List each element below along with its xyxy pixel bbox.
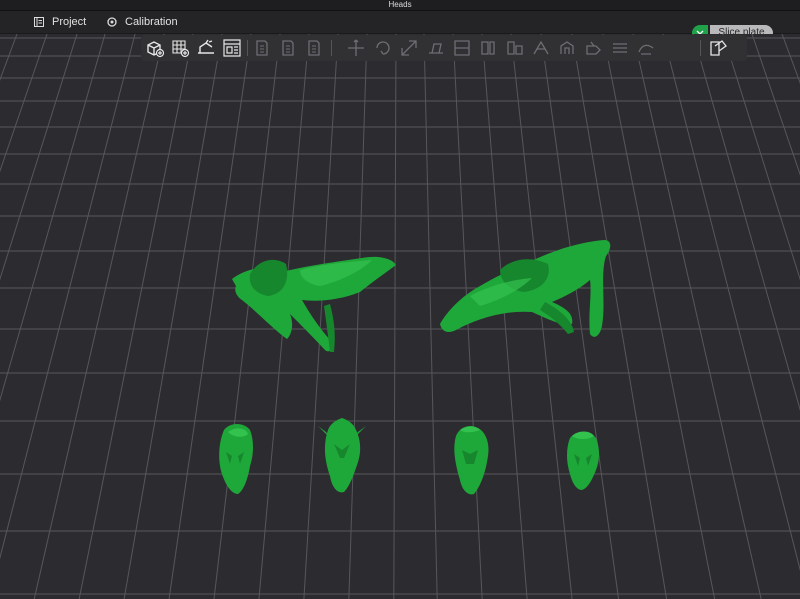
copy-icon <box>256 40 268 56</box>
calibration-tab-label: Calibration <box>125 16 178 28</box>
paste-button[interactable] <box>278 38 298 58</box>
variable-height-button[interactable] <box>531 38 551 58</box>
main-toolbar <box>141 35 747 61</box>
window-title-bar: Heads <box>0 0 800 11</box>
delete-icon <box>308 40 320 56</box>
add-plate-icon <box>172 40 190 58</box>
lay-on-face-button[interactable] <box>426 38 446 58</box>
move-icon <box>348 39 364 56</box>
project-icon <box>33 16 45 28</box>
project-tab-label: Project <box>52 16 87 28</box>
toolbar-separator <box>331 40 332 56</box>
rotate-icon <box>376 41 390 55</box>
color-paint-button[interactable] <box>610 38 630 58</box>
toolbar-separator <box>700 40 701 56</box>
toolbar-separator <box>247 40 248 56</box>
cut-icon <box>454 40 470 56</box>
lay-on-face-icon <box>429 43 443 54</box>
seam-paint-button[interactable] <box>584 38 604 58</box>
auto-orient-icon <box>198 39 214 54</box>
split-objects-button[interactable] <box>478 38 498 58</box>
seam-paint-icon <box>586 41 601 55</box>
cut-button[interactable] <box>452 38 472 58</box>
auto-orient-button[interactable] <box>196 38 216 58</box>
scale-icon <box>401 40 417 56</box>
assembly-view-button[interactable] <box>708 38 728 58</box>
move-button[interactable] <box>346 38 366 58</box>
variable-height-icon <box>533 40 549 55</box>
top-menu-bar: Project Calibration Slice plate <box>0 11 800 41</box>
paste-icon <box>282 40 294 56</box>
support-paint-button[interactable] <box>557 38 577 58</box>
delete-button[interactable] <box>304 38 324 58</box>
measure-button[interactable] <box>636 38 656 58</box>
calibration-icon <box>106 16 118 28</box>
split-parts-button[interactable] <box>505 38 525 58</box>
project-tab[interactable]: Project <box>33 11 86 33</box>
window-title: Heads <box>388 0 412 9</box>
assembly-view-icon <box>710 40 727 56</box>
copy-button[interactable] <box>252 38 272 58</box>
add-object-icon <box>147 41 165 58</box>
add-plate-button[interactable] <box>170 38 190 58</box>
scale-button[interactable] <box>399 38 419 58</box>
color-paint-icon <box>613 43 627 53</box>
split-objects-icon <box>481 41 495 55</box>
3d-viewport[interactable] <box>0 34 800 599</box>
rotate-button[interactable] <box>373 38 393 58</box>
arrange-button[interactable] <box>222 38 242 58</box>
calibration-tab[interactable]: Calibration <box>106 11 178 33</box>
arrange-icon <box>223 39 241 57</box>
add-object-button[interactable] <box>145 38 165 58</box>
split-parts-icon <box>507 41 523 55</box>
measure-icon <box>638 44 654 55</box>
support-paint-icon <box>560 41 574 54</box>
